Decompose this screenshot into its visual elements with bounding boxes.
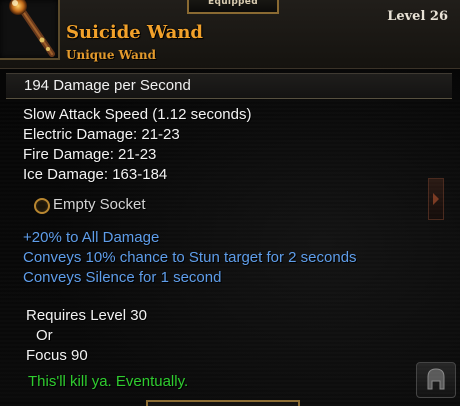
item-name: Suicide Wand [66, 22, 204, 43]
stat-attack-speed: Slow Attack Speed (1.12 seconds) [23, 106, 252, 123]
socket-icon [34, 198, 50, 214]
item-tooltip: Equipped Suicide Wand Unique Wand Level … [0, 0, 460, 406]
socket-label: Empty Socket [53, 196, 146, 213]
dps-text: 194 Damage per Second [24, 77, 191, 94]
bottom-tab [146, 400, 300, 406]
equipped-tab: Equipped [187, 0, 279, 14]
stat-electric-damage: Electric Damage: 21-23 [23, 126, 180, 143]
affix-all-damage: +20% to All Damage [23, 229, 160, 246]
item-level: Level 26 [387, 9, 448, 24]
dps-bar: 194 Damage per Second [6, 73, 452, 99]
requirement-level: Requires Level 30 [26, 307, 147, 324]
stat-fire-damage: Fire Damage: 21-23 [23, 146, 157, 163]
flavor-text: This'll kill ya. Eventually. [28, 373, 189, 390]
helm-icon[interactable] [416, 362, 456, 398]
tooltip-header: Equipped Suicide Wand Unique Wand Level … [0, 0, 460, 69]
requirement-focus: Focus 90 [26, 347, 88, 364]
wand-icon [9, 0, 55, 57]
helm-glyph-icon [427, 368, 445, 390]
expand-arrow-icon[interactable] [428, 178, 444, 220]
requirement-or: Or [36, 327, 53, 344]
affix-stun-chance: Conveys 10% chance to Stun target for 2 … [23, 249, 357, 266]
item-type: Unique Wand [66, 48, 156, 62]
item-icon-frame [0, 0, 60, 60]
stat-ice-damage: Ice Damage: 163-184 [23, 166, 168, 183]
affix-silence: Conveys Silence for 1 second [23, 269, 222, 286]
